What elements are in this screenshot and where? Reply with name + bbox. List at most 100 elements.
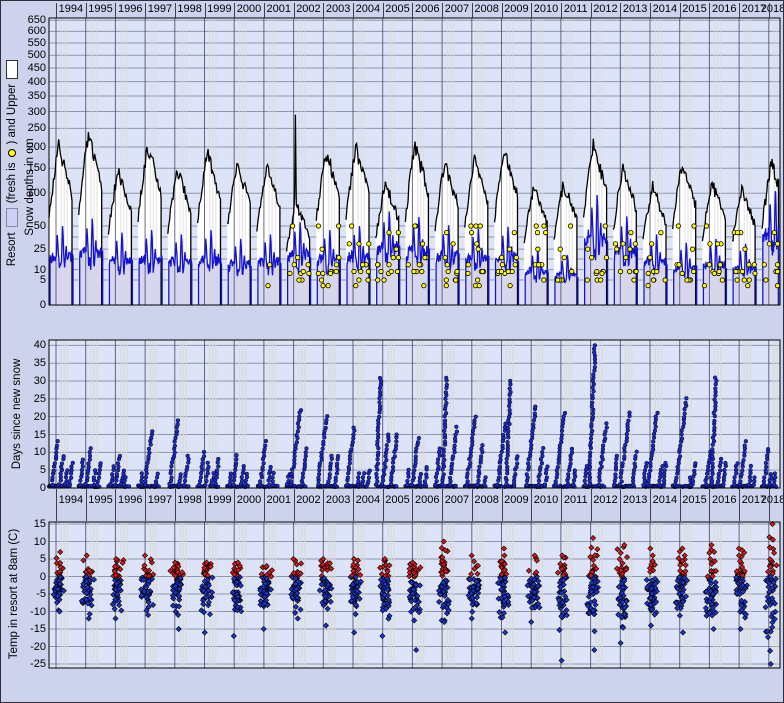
temp-tick-label: -25 (1, 658, 46, 670)
snow-depth-tick-label: 300 (1, 106, 46, 118)
year-separator-middle (472, 489, 473, 521)
year-label-top: 2016 (709, 3, 739, 16)
year-separator-middle (502, 489, 503, 521)
days-since-snow-panel (47, 340, 780, 489)
year-label-top: 2002 (293, 3, 323, 16)
year-label-top: 2011 (561, 3, 591, 16)
year-label-middle: 2015 (680, 494, 710, 507)
year-label-middle: 2011 (561, 494, 591, 507)
year-label-middle: 2013 (620, 494, 650, 507)
temperature-panel (49, 521, 780, 668)
year-label-middle: 2007 (442, 494, 472, 507)
year-separator-top (739, 3, 740, 18)
snow-depth-tick-label: 150 (1, 162, 46, 174)
year-label-middle: 1995 (86, 494, 116, 507)
year-label-top: 2014 (650, 3, 680, 16)
year-separator-top (591, 3, 592, 18)
snow-depth-tick-label: 600 (1, 25, 46, 37)
year-label-top: 1998 (175, 3, 205, 16)
snow-depth-tick-label: 500 (1, 49, 46, 61)
temp-tick-label: 15 (1, 518, 46, 530)
chart-canvas (1, 1, 784, 703)
days-tick-label: 15 (1, 429, 46, 441)
year-separator-top (472, 3, 473, 18)
year-label-middle: 2012 (590, 494, 620, 507)
year-separator-top (531, 3, 532, 18)
year-separator-middle (115, 489, 116, 521)
snow-depth-tick-label: 550 (1, 37, 46, 49)
year-label-top: 2008 (472, 3, 502, 16)
year-separator-middle (86, 489, 87, 521)
year-label-top: 2004 (353, 3, 383, 16)
year-label-top: 2003 (323, 3, 353, 16)
year-separator-top (353, 3, 354, 18)
days-tick-label: 5 (1, 464, 46, 476)
year-label-middle: 2018 (758, 494, 784, 507)
days-tick-label: 40 (1, 339, 46, 351)
year-label-top: 2012 (590, 3, 620, 16)
year-label-middle: 2006 (412, 494, 442, 507)
snow-depth-tick-label: 200 (1, 141, 46, 153)
year-separator-middle (412, 489, 413, 521)
year-separator-top (561, 3, 562, 18)
snow-depth-tick-label: 400 (1, 76, 46, 88)
year-separator-middle (145, 489, 146, 521)
year-separator-top (769, 3, 770, 18)
snow-history-figure: Resort (fresh is ) and Upper Snow depths… (0, 0, 784, 703)
year-separator-middle (323, 489, 324, 521)
year-separator-top (115, 3, 116, 18)
year-label-top: 1996 (115, 3, 145, 16)
temp-tick-label: 5 (1, 553, 46, 565)
temp-tick-label: 0 (1, 571, 46, 583)
year-separator-middle (234, 489, 235, 521)
year-label-top: 2007 (442, 3, 472, 16)
year-separator-middle (561, 489, 562, 521)
year-label-top: 2009 (501, 3, 531, 16)
year-separator-middle (353, 489, 354, 521)
year-separator-middle (264, 489, 265, 521)
year-separator-middle (56, 489, 57, 521)
year-label-middle: 2016 (709, 494, 739, 507)
snow-depth-tick-label: 250 (1, 122, 46, 134)
year-label-top: 2013 (620, 3, 650, 16)
year-label-top: 2010 (531, 3, 561, 16)
year-separator-top (145, 3, 146, 18)
temp-tick-label: -10 (1, 606, 46, 618)
year-label-middle: 2002 (293, 494, 323, 507)
year-separator-top (680, 3, 681, 18)
snow-depth-tick-label: 5 (1, 274, 46, 286)
year-separator-top (620, 3, 621, 18)
year-separator-top (442, 3, 443, 18)
temp-tick-label: -15 (1, 623, 46, 635)
year-separator-middle (650, 489, 651, 521)
snow-depth-tick-label: 100 (1, 187, 46, 199)
snow-depth-panel (49, 18, 780, 305)
days-tick-label: 35 (1, 357, 46, 369)
year-separator-top (264, 3, 265, 18)
year-label-middle: 2004 (353, 494, 383, 507)
year-separator-middle (620, 489, 621, 521)
days-tick-label: 25 (1, 393, 46, 405)
year-label-middle: 1998 (175, 494, 205, 507)
year-separator-middle (739, 489, 740, 521)
year-separator-top (709, 3, 710, 18)
temp-tick-label: -20 (1, 641, 46, 653)
year-label-middle: 2010 (531, 494, 561, 507)
year-label-middle: 2008 (472, 494, 502, 507)
year-label-middle: 2014 (650, 494, 680, 507)
year-label-top: 1997 (145, 3, 175, 16)
year-separator-middle (531, 489, 532, 521)
snow-depth-tick-label: 450 (1, 62, 46, 74)
year-separator-top (412, 3, 413, 18)
year-label-top: 2015 (680, 3, 710, 16)
snow-depth-tick-label: 350 (1, 90, 46, 102)
year-label-top: 2006 (412, 3, 442, 16)
year-separator-top (383, 3, 384, 18)
temp-tick-label: 10 (1, 536, 46, 548)
year-separator-middle (591, 489, 592, 521)
year-separator-top (86, 3, 87, 18)
year-label-top: 1994 (56, 3, 86, 16)
year-separator-top (502, 3, 503, 18)
year-separator-middle (680, 489, 681, 521)
year-separator-middle (442, 489, 443, 521)
